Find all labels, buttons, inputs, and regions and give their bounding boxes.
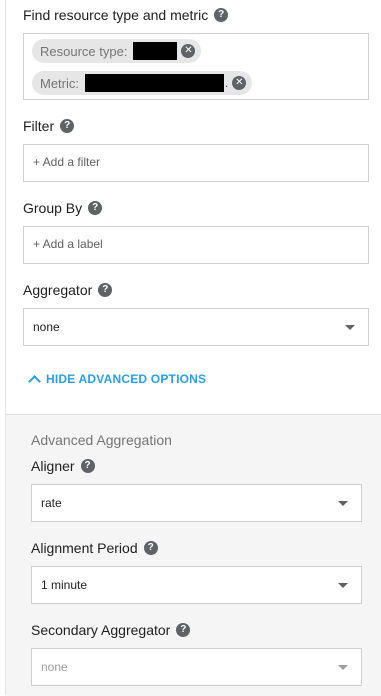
metric-label: Metric: <box>40 75 79 91</box>
group-by-placeholder: + Add a label <box>33 237 103 251</box>
advanced-aggregation-section: Advanced Aggregation Aligner ? rate Alig… <box>6 414 381 696</box>
secondary-aggregator-heading: Secondary Aggregator ? <box>31 622 191 638</box>
caret-down-icon <box>338 583 348 588</box>
close-icon[interactable]: ✕ <box>232 76 247 90</box>
secondary-aggregator-value: none <box>41 660 68 674</box>
resource-type-label: Resource type: <box>40 43 128 59</box>
aligner-label: Aligner <box>31 458 75 474</box>
secondary-aggregator-label: Secondary Aggregator <box>31 622 171 638</box>
aggregator-select[interactable]: none <box>23 308 369 346</box>
group-by-input[interactable]: + Add a label <box>23 226 369 264</box>
resource-type-redacted-value <box>133 42 178 60</box>
resource-type-chip[interactable]: Resource type: ✕ <box>32 39 202 63</box>
hide-advanced-options-label: HIDE ADVANCED OPTIONS <box>46 372 207 386</box>
aligner-select[interactable]: rate <box>31 484 362 522</box>
resource-metric-box[interactable]: Resource type: ✕ Metric: . ✕ <box>23 33 369 100</box>
advanced-aggregation-title: Advanced Aggregation <box>31 432 172 448</box>
aligner-value: rate <box>41 496 62 510</box>
alignment-period-heading: Alignment Period ? <box>31 540 158 556</box>
chevron-up-icon <box>28 374 41 388</box>
help-icon[interactable]: ? <box>98 283 113 297</box>
aligner-heading: Aligner ? <box>31 458 95 474</box>
help-icon[interactable]: ? <box>88 201 103 215</box>
help-icon[interactable]: ? <box>60 119 75 133</box>
help-icon[interactable]: ? <box>143 541 158 555</box>
resource-metric-heading-label: Find resource type and metric <box>23 7 209 23</box>
filter-heading: Filter ? <box>23 118 75 134</box>
help-icon[interactable]: ? <box>80 459 95 473</box>
metric-redacted-value <box>85 74 224 92</box>
alignment-period-value: 1 minute <box>41 578 88 592</box>
filter-label: Filter <box>23 118 55 134</box>
close-icon[interactable]: ✕ <box>181 44 196 58</box>
group-by-label: Group By <box>23 200 83 216</box>
secondary-aggregator-select[interactable]: none <box>31 648 362 686</box>
aggregator-heading: Aggregator ? <box>23 282 113 298</box>
caret-down-icon <box>338 665 348 670</box>
filter-input[interactable]: + Add a filter <box>23 144 369 182</box>
caret-down-icon <box>345 325 355 330</box>
filter-placeholder: + Add a filter <box>33 155 101 169</box>
caret-down-icon <box>338 501 348 506</box>
aggregator-label: Aggregator <box>23 282 93 298</box>
help-icon[interactable]: ? <box>176 623 191 637</box>
help-icon[interactable]: ? <box>214 8 229 22</box>
hide-advanced-options-button[interactable]: HIDE ADVANCED OPTIONS <box>28 372 207 388</box>
metric-chip[interactable]: Metric: . ✕ <box>32 71 253 95</box>
alignment-period-select[interactable]: 1 minute <box>31 566 362 604</box>
group-by-heading: Group By ? <box>23 200 103 216</box>
metric-ellipsis: . <box>225 76 229 90</box>
metric-config-panel: Find resource type and metric ? Resource… <box>5 0 381 696</box>
aggregator-value: none <box>33 320 60 334</box>
resource-metric-heading: Find resource type and metric ? <box>23 7 229 23</box>
alignment-period-label: Alignment Period <box>31 540 138 556</box>
